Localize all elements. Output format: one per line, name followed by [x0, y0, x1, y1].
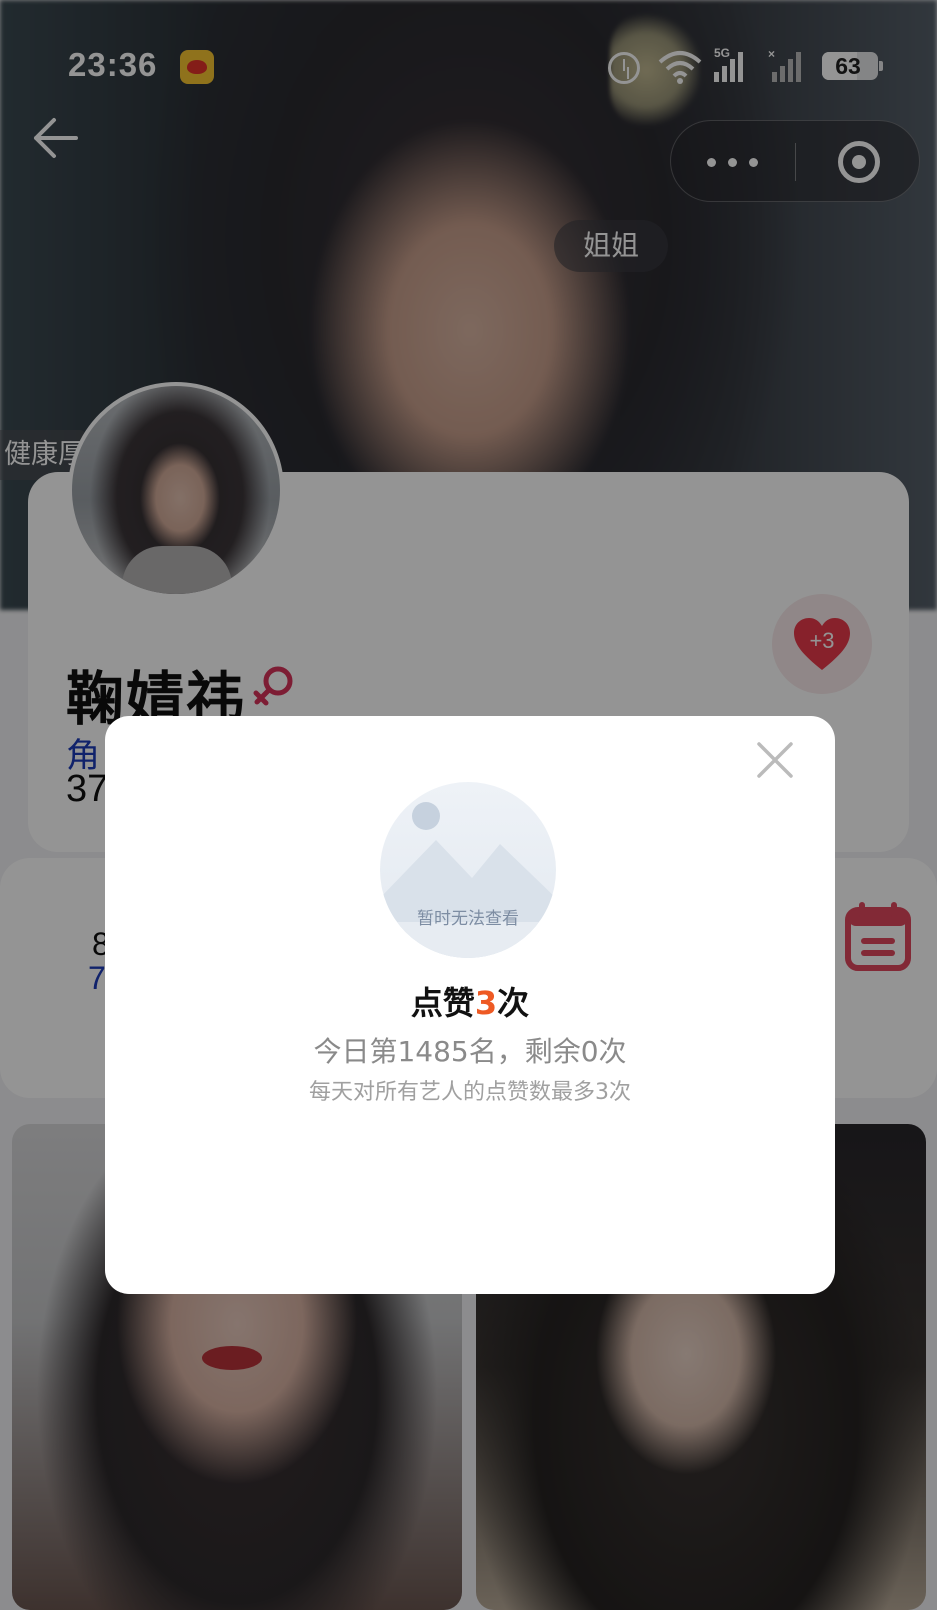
mountain-image-icon: [380, 802, 556, 958]
close-icon[interactable]: [753, 738, 797, 782]
image-caption: 暂时无法查看: [417, 909, 519, 929]
modal-title: 点赞3次: [105, 978, 835, 1024]
image-unavailable-placeholder: 暂时无法查看: [380, 782, 556, 958]
title-prefix: 点赞: [410, 984, 475, 1022]
rule-text: 每天对所有艺人的点赞数最多3次: [309, 1080, 631, 1105]
like-count: 3: [474, 984, 498, 1022]
like-result-modal: 暂时无法查看 点赞3次 今日第1485名，剩余0次 每天对所有艺人的点赞数最多3…: [105, 716, 835, 1294]
title-suffix: 次: [497, 984, 530, 1022]
rank-text: 今日第1485名，剩余0次: [313, 1035, 627, 1068]
